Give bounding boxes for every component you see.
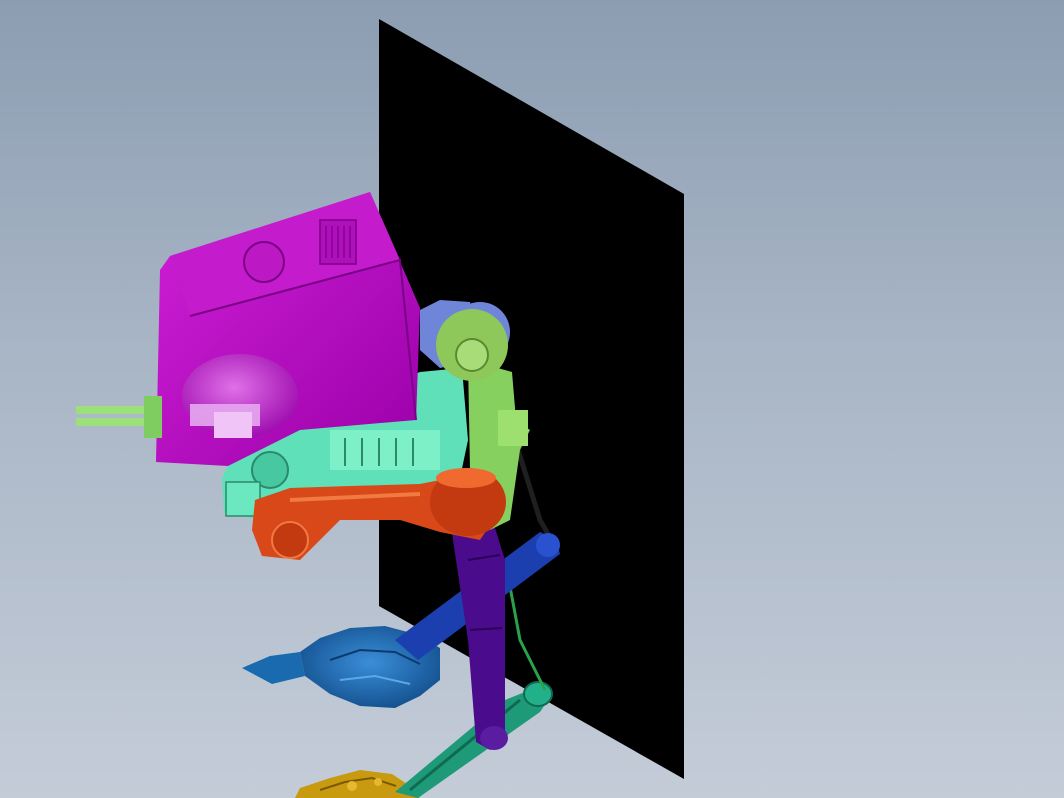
walker-assembly <box>76 19 684 798</box>
chin-guns <box>76 396 162 438</box>
gold-foot <box>295 770 420 798</box>
hip-wheel <box>436 309 508 381</box>
cad-viewport[interactable] <box>0 0 1064 798</box>
knee-joint <box>430 468 506 536</box>
